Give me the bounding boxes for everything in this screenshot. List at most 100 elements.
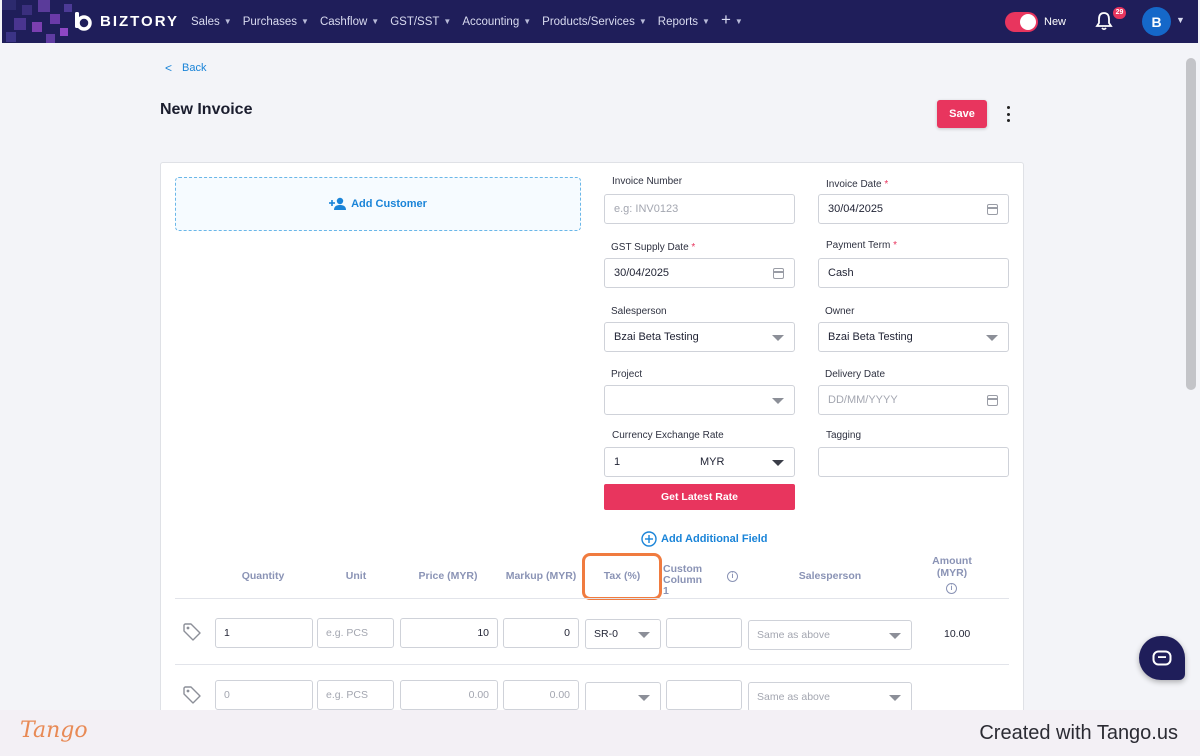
chevron-down-icon: ▼ bbox=[371, 17, 380, 26]
chat-widget-button[interactable] bbox=[1139, 636, 1185, 680]
created-with-text: Created with Tango.us bbox=[979, 722, 1178, 744]
nav-sales[interactable]: Sales ▼ bbox=[191, 13, 232, 30]
nav-products-services[interactable]: Products/Services ▼ bbox=[542, 13, 647, 30]
info-icon[interactable]: i bbox=[727, 571, 738, 582]
add-customer-button[interactable]: Add Customer bbox=[175, 177, 581, 231]
label-text: Invoice Date bbox=[826, 179, 882, 190]
payment-term-input[interactable]: Cash bbox=[818, 258, 1009, 288]
custom-column-input[interactable] bbox=[666, 680, 742, 710]
nav-label: Accounting bbox=[462, 15, 520, 28]
salesperson-select[interactable]: Same as above bbox=[748, 620, 912, 650]
tango-logo: Tango bbox=[20, 718, 88, 743]
chevron-down-icon: ▼ bbox=[523, 17, 532, 26]
salesperson-select[interactable]: Same as above bbox=[748, 682, 912, 712]
field-value: Bzai Beta Testing bbox=[614, 331, 699, 343]
price-input[interactable]: 10 bbox=[400, 618, 498, 648]
dropdown-arrow-icon bbox=[638, 632, 650, 638]
add-field-label: Add Additional Field bbox=[661, 533, 768, 545]
invoice-number-input[interactable]: e.g: INV0123 bbox=[604, 194, 795, 224]
chevron-down-icon[interactable]: ▼ bbox=[1176, 15, 1185, 25]
markup-input[interactable]: 0 bbox=[503, 618, 579, 648]
custom-column-input[interactable] bbox=[666, 618, 742, 648]
header-custom-column-1: Custom Column 1 bbox=[663, 564, 707, 597]
nav-label: Sales bbox=[191, 15, 220, 28]
project-select[interactable] bbox=[604, 385, 795, 415]
label-text: GST Supply Date bbox=[611, 242, 689, 253]
label-text: Payment Term bbox=[826, 240, 891, 251]
field-value: Same as above bbox=[757, 629, 830, 641]
brand-logo[interactable]: BIZTORY bbox=[72, 10, 179, 32]
chevron-left-icon: < bbox=[165, 61, 173, 75]
calendar-icon[interactable] bbox=[987, 204, 998, 215]
nav-reports[interactable]: Reports ▼ bbox=[658, 13, 710, 30]
plus-icon: + bbox=[720, 10, 731, 29]
calendar-icon[interactable] bbox=[773, 268, 784, 279]
nav-gst-sst[interactable]: GST/SST ▼ bbox=[390, 13, 451, 30]
nav-accounting[interactable]: Accounting ▼ bbox=[462, 13, 531, 30]
main-nav: Sales ▼ Purchases ▼ Cashflow ▼ GST/SST ▼ Acc… bbox=[191, 10, 754, 30]
tax-select[interactable]: SR-0 bbox=[585, 619, 661, 649]
field-value: 30/04/2025 bbox=[828, 203, 884, 215]
header-amount: Amount (MYR) bbox=[926, 555, 978, 579]
back-link[interactable]: < Back bbox=[165, 61, 206, 75]
get-latest-rate-button[interactable]: Get Latest Rate bbox=[604, 484, 795, 510]
currency-code: MYR bbox=[700, 456, 725, 468]
owner-select[interactable]: Bzai Beta Testing bbox=[818, 322, 1009, 352]
nav-label: GST/SST bbox=[390, 15, 440, 28]
chevron-down-icon: ▼ bbox=[638, 17, 647, 26]
chevron-down-icon: ▼ bbox=[301, 17, 309, 26]
amount-value: 10.00 bbox=[944, 628, 971, 640]
dropdown-arrow-icon bbox=[638, 695, 650, 701]
tag-icon[interactable] bbox=[181, 620, 203, 642]
unit-input[interactable]: e.g. PCS bbox=[317, 680, 394, 710]
header-text: (MYR) bbox=[936, 567, 968, 579]
add-customer-label: Add Customer bbox=[351, 198, 427, 210]
owner-label: Owner bbox=[825, 306, 855, 317]
chevron-down-icon: ▼ bbox=[702, 17, 710, 26]
tag-icon[interactable] bbox=[181, 683, 203, 705]
more-options-icon[interactable] bbox=[1000, 106, 1016, 122]
back-label: Back bbox=[182, 62, 207, 74]
nav-label: Reports bbox=[657, 15, 699, 28]
field-value: Bzai Beta Testing bbox=[828, 331, 913, 343]
toggle-switch[interactable] bbox=[1005, 12, 1038, 32]
markup-input[interactable]: 0.00 bbox=[503, 680, 579, 710]
dropdown-arrow-icon[interactable] bbox=[772, 460, 784, 466]
top-navigation-bar: BIZTORY Sales ▼ Purchases ▼ Cashflow ▼ GST/… bbox=[2, 0, 1198, 43]
avatar[interactable]: B bbox=[1142, 7, 1171, 36]
gst-supply-date-field[interactable]: 30/04/2025 bbox=[604, 258, 795, 288]
header-salesperson: Salesperson bbox=[798, 570, 862, 582]
field-value: 30/04/2025 bbox=[614, 267, 670, 279]
notification-badge: 29 bbox=[1113, 7, 1126, 19]
brand-name: BIZTORY bbox=[100, 12, 180, 30]
info-icon[interactable]: i bbox=[946, 583, 957, 594]
quantity-input[interactable]: 0 bbox=[215, 680, 313, 710]
plus-circle-icon bbox=[641, 531, 657, 547]
new-ui-toggle[interactable]: New bbox=[1005, 12, 1066, 32]
chevron-down-icon: ▼ bbox=[223, 17, 232, 26]
price-input[interactable]: 0.00 bbox=[400, 680, 498, 710]
calendar-icon[interactable] bbox=[987, 395, 998, 406]
scrollbar[interactable] bbox=[1186, 58, 1196, 390]
invoice-number-label: Invoice Number bbox=[612, 176, 683, 187]
tagging-input[interactable] bbox=[818, 447, 1009, 477]
currency-rate-field[interactable]: 1 MYR bbox=[604, 447, 795, 477]
nav-purchases[interactable]: Purchases ▼ bbox=[243, 13, 309, 30]
salesperson-label: Salesperson bbox=[611, 306, 667, 317]
unit-input[interactable]: e.g. PCS bbox=[317, 618, 394, 648]
nav-cashflow[interactable]: Cashflow ▼ bbox=[320, 13, 379, 30]
header-divider bbox=[175, 598, 1009, 599]
nav-quick-add[interactable]: + ▼ bbox=[720, 10, 743, 30]
add-additional-field-button[interactable]: Add Additional Field bbox=[641, 531, 768, 547]
quantity-input[interactable]: 1 bbox=[215, 618, 313, 648]
delivery-date-field[interactable]: DD/MM/YYYY bbox=[818, 385, 1009, 415]
header-price: Price (MYR) bbox=[418, 570, 478, 582]
tax-select[interactable] bbox=[585, 682, 661, 712]
bell-icon[interactable] bbox=[1095, 11, 1113, 31]
project-label: Project bbox=[611, 369, 643, 380]
salesperson-select[interactable]: Bzai Beta Testing bbox=[604, 322, 795, 352]
header-markup: Markup (MYR) bbox=[505, 570, 577, 582]
nav-label: Cashflow bbox=[319, 15, 368, 28]
save-button[interactable]: Save bbox=[937, 100, 987, 128]
invoice-date-field[interactable]: 30/04/2025 bbox=[818, 194, 1009, 224]
